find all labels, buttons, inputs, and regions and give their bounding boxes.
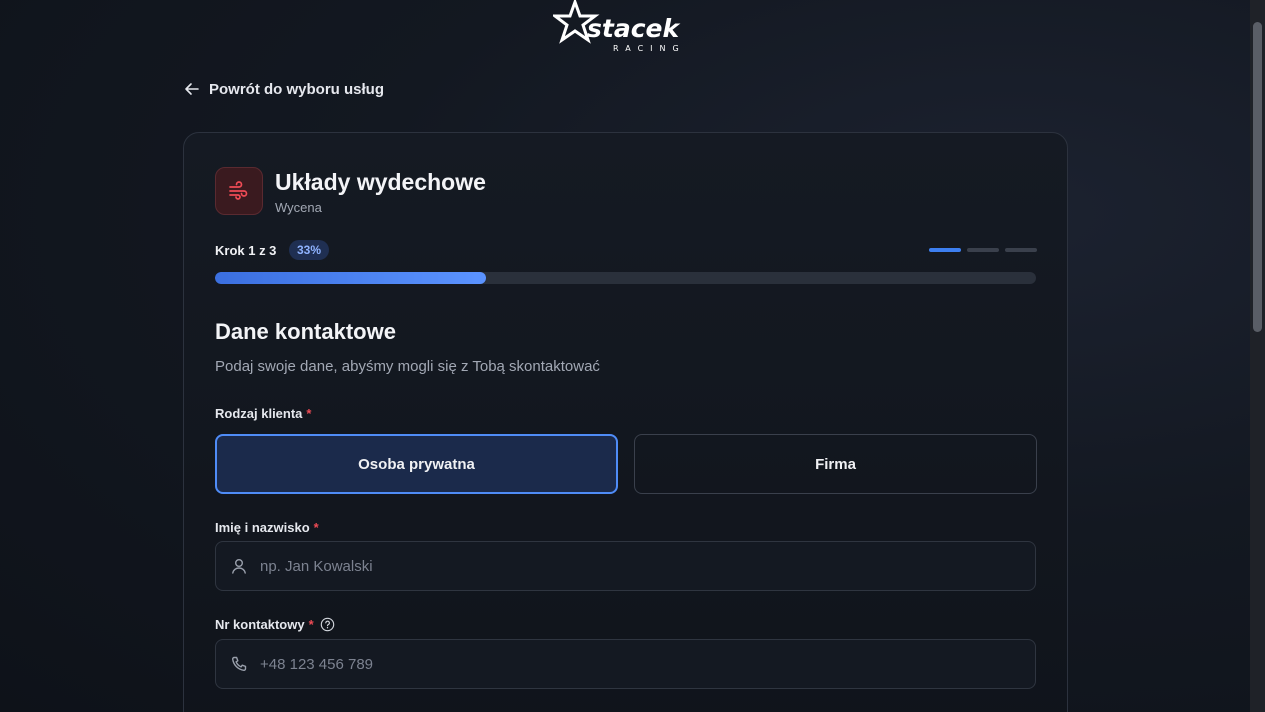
progress-percent-badge: 33% [289,240,330,260]
step-dot-1 [929,248,961,252]
client-type-label: Rodzaj klienta * [215,406,311,421]
phone-input[interactable] [260,655,1035,673]
back-link-label: Powrót do wyboru usług [209,80,384,98]
client-type-label-text: Rodzaj klienta [215,406,303,421]
progress-bar [215,272,1036,284]
section-subtitle: Podaj swoje dane, abyśmy mogli się z Tob… [215,358,600,375]
step-dot-3 [1005,248,1037,252]
step-indicator: Krok 1 z 3 [215,243,277,258]
client-type-private-label: Osoba prywatna [358,455,475,473]
name-input[interactable] [260,557,1035,575]
progress-bar-fill [215,272,486,284]
required-mark: * [313,520,319,535]
page-scrollbar[interactable] [1250,0,1265,712]
required-mark: * [308,617,314,632]
service-title: Układy wydechowe [275,169,486,195]
exhaust-wind-icon [229,181,248,200]
scrollbar-thumb[interactable] [1253,22,1262,332]
user-icon [232,559,246,574]
client-type-company-button[interactable]: Firma [634,434,1037,494]
name-field-label: Imię i nazwisko * [215,520,319,535]
quote-form-card: Układy wydechowe Wycena Krok 1 z 3 33% D… [183,132,1068,712]
stacek-racing-logo[interactable]: stacek RACING [550,0,693,54]
client-type-company-label: Firma [815,455,856,473]
step-dot-2 [967,248,999,252]
phone-icon [232,656,247,671]
logo-subtext: RACING [613,44,686,53]
name-input-wrapper[interactable] [215,541,1036,591]
required-mark: * [306,406,312,421]
help-circle-icon[interactable] [320,617,335,632]
section-title: Dane kontaktowe [215,319,396,344]
client-type-private-button[interactable]: Osoba prywatna [215,434,618,494]
arrow-left-icon [185,83,199,95]
name-label-text: Imię i nazwisko [215,520,310,535]
logo-wordmark: stacek [587,14,680,43]
service-subtitle: Wycena [275,200,322,215]
service-icon-badge [215,167,263,215]
back-to-services-link[interactable]: Powrót do wyboru usług [184,79,384,99]
phone-input-wrapper[interactable] [215,639,1036,689]
step-dots [929,248,1037,252]
phone-field-label: Nr kontaktowy * [215,617,335,632]
phone-label-text: Nr kontaktowy [215,617,305,632]
